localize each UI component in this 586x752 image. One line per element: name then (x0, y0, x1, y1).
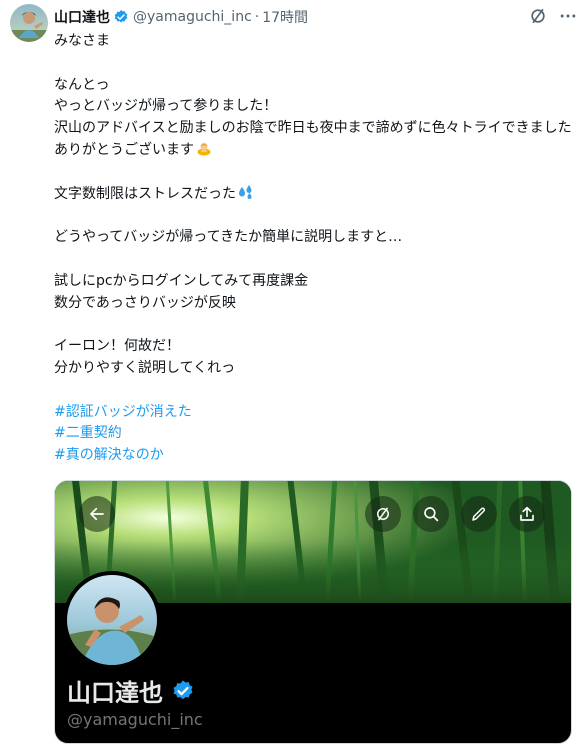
sweat-droplets-emoji (238, 184, 254, 200)
back-button[interactable] (79, 496, 115, 532)
profile-display-name: 山口達也 (67, 673, 195, 708)
text-line: 試しにpcからログインしてみて再度課金 (54, 272, 309, 289)
circle-slash-icon[interactable] (528, 6, 548, 26)
tweet: 山口達也 @yamaguchi_inc · 17時間 みなさま なんとっ やっと… (0, 0, 586, 752)
text-line: イーロン！何故だ！ (54, 338, 180, 355)
tweet-header: 山口達也 @yamaguchi_inc · 17時間 (54, 6, 308, 28)
search-icon (424, 507, 439, 522)
more-icon[interactable] (558, 6, 578, 26)
profile-name-text: 山口達也 (67, 679, 163, 707)
text-line: 数分であっさりバッジが反映 (54, 294, 236, 311)
share-icon (520, 506, 534, 521)
text-line-with-emoji: ありがとうございます (54, 140, 574, 162)
mute-button[interactable] (365, 496, 401, 532)
hashtag-link[interactable]: #二重契約 (54, 423, 574, 445)
bowing-person-emoji (196, 140, 212, 156)
pencil-icon (472, 507, 486, 521)
text-line-with-emoji: 文字数制限はストレスだった (54, 184, 574, 206)
profile-avatar[interactable] (63, 571, 161, 669)
hashtag-link[interactable]: #真の解決なのか (54, 445, 574, 467)
back-arrow-icon (90, 507, 104, 521)
text-line: 分かりやすく説明してくれっ (54, 359, 236, 376)
author-display-name[interactable]: 山口達也 (54, 7, 110, 27)
separator-dot: · (254, 9, 260, 25)
share-button[interactable] (509, 496, 545, 532)
text-line: みなさま (54, 33, 110, 49)
tweet-time[interactable]: 17時間 (262, 7, 308, 27)
author-handle[interactable]: @yamaguchi_inc (133, 9, 252, 25)
attached-image[interactable]: 山口達也 @yamaguchi_inc (54, 480, 572, 744)
text-segment: 文字数制限はストレスだった (54, 185, 236, 202)
text-line: 沢山のアドバイスと励ましのお陰で昨日も夜中まで諦めずに色々トライできました (54, 120, 572, 137)
profile-handle: @yamaguchi_inc (67, 710, 203, 729)
search-button[interactable] (413, 496, 449, 532)
author-avatar[interactable] (10, 4, 48, 42)
verified-badge-icon (113, 9, 129, 25)
hashtag-link[interactable]: #認証バッジが消えた (54, 402, 574, 424)
circle-slash-icon (377, 507, 389, 521)
text-line: やっとバッジが帰って参りました！ (54, 98, 278, 115)
edit-button[interactable] (461, 496, 497, 532)
text-segment: ありがとうございます (54, 141, 194, 158)
text-line: どうやってバッジが帰ってきたか簡単に説明しますと… (54, 229, 403, 246)
text-line: なんとっ (54, 76, 110, 93)
verified-badge-icon (171, 679, 195, 703)
tweet-text: みなさま なんとっ やっとバッジが帰って参りました！ 沢山のアドバイスと励ましの… (54, 31, 574, 467)
